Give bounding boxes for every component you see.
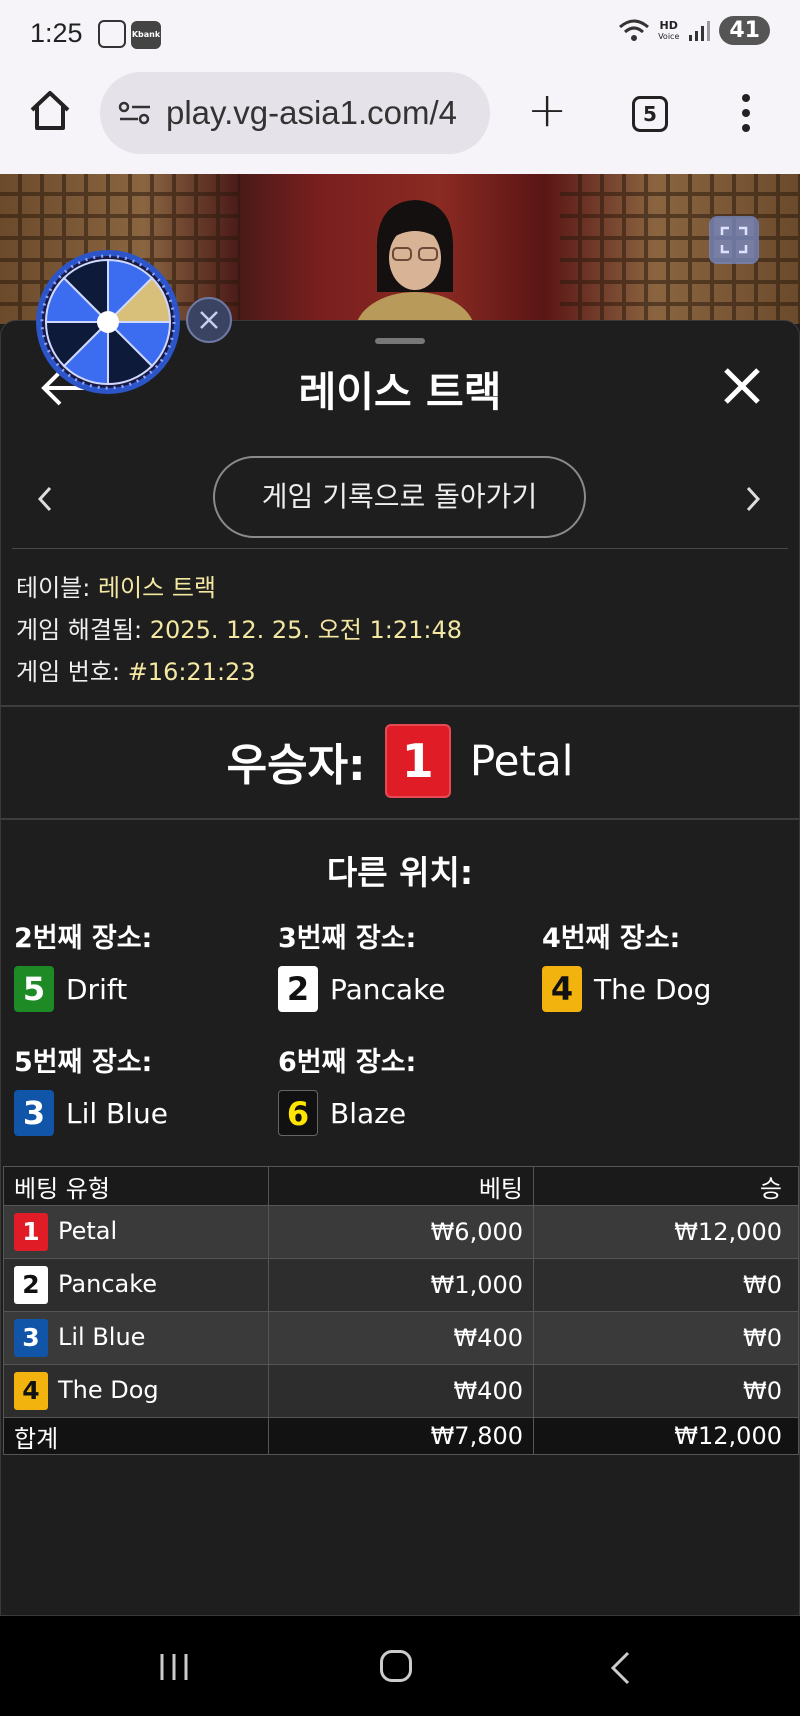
wifi-icon xyxy=(619,19,650,41)
bet-amount: ₩1,000 xyxy=(268,1258,534,1312)
runner-name: Lil Blue xyxy=(66,1096,169,1130)
fullscreen-button[interactable] xyxy=(709,216,759,264)
url-text: play.vg-asia1.com/4 xyxy=(166,94,458,131)
runner-name: Blaze xyxy=(330,1096,407,1130)
runner-name: The Dog xyxy=(594,972,712,1006)
site-settings-icon[interactable] xyxy=(118,101,152,125)
divider xyxy=(0,705,800,707)
bet-amount: ₩6,000 xyxy=(268,1205,534,1259)
total-label: 합계 xyxy=(3,1417,269,1455)
drag-handle[interactable] xyxy=(375,338,425,344)
place-label: 3번째 장소: xyxy=(278,923,417,954)
close-icon[interactable] xyxy=(722,366,762,406)
place-label: 4번째 장소: xyxy=(542,923,681,954)
bet-amount: ₩400 xyxy=(268,1311,534,1365)
runner-badge: 1 xyxy=(14,1213,48,1251)
place-item: 6 Blaze xyxy=(278,1090,406,1136)
runner-name: Pancake xyxy=(330,972,446,1006)
wheel-close-button[interactable] xyxy=(186,297,232,343)
runner-name: Lil Blue xyxy=(58,1323,146,1351)
floating-wheel-widget[interactable] xyxy=(34,248,182,396)
browser-toolbar: play.vg-asia1.com/4 + 5 xyxy=(0,70,800,174)
signal-icon xyxy=(689,20,711,41)
runner-badge: 2 xyxy=(278,966,318,1012)
runner-name: Drift xyxy=(66,972,128,1006)
runner-name: Petal xyxy=(58,1217,118,1245)
divider xyxy=(0,818,800,820)
bets-table: 베팅 유형 베팅 승 1 Petal ₩6,000 ₩12,000 2 Pancak… xyxy=(3,1166,799,1455)
place-label: 5번째 장소: xyxy=(14,1047,153,1078)
hd-voice-icon: HD Voice xyxy=(658,18,680,41)
column-header-bet: 베팅 xyxy=(268,1166,534,1206)
runner-badge: 6 xyxy=(278,1090,318,1136)
previous-game-icon[interactable] xyxy=(32,482,56,516)
win-amount: ₩0 xyxy=(533,1258,799,1312)
winner-name: Petal xyxy=(469,736,574,786)
table-header-row: 베팅 유형 베팅 승 xyxy=(3,1166,799,1206)
runner-badge: 3 xyxy=(14,1319,48,1357)
total-bet: ₩7,800 xyxy=(268,1417,534,1455)
place-item: 3 Lil Blue xyxy=(14,1090,168,1136)
table-row: 3 Lil Blue ₩400 ₩0 xyxy=(3,1311,799,1365)
fullscreen-icon xyxy=(720,226,748,254)
kbank-app-icon: Kbank xyxy=(131,21,161,49)
divider xyxy=(12,548,788,549)
battery-indicator: 41 xyxy=(719,16,770,45)
back-to-history-button[interactable]: 게임 기록으로 돌아가기 xyxy=(213,456,586,538)
next-game-icon[interactable] xyxy=(742,482,766,516)
total-win: ₩12,000 xyxy=(533,1417,799,1455)
status-time: 1:25 xyxy=(30,18,83,48)
winner-row: 우승자: 1 Petal xyxy=(0,724,800,798)
home-button[interactable] xyxy=(380,1650,412,1682)
status-bar: 1:25 Kbank HD Voice 41 xyxy=(0,0,800,70)
column-header-win: 승 xyxy=(533,1166,799,1206)
runner-badge: 3 xyxy=(14,1090,54,1136)
runner-badge: 4 xyxy=(542,966,582,1012)
table-row: 2 Pancake ₩1,000 ₩0 xyxy=(3,1258,799,1312)
other-positions-title: 다른 위치: xyxy=(326,853,474,892)
dealer-image xyxy=(356,200,474,324)
column-header-bet-type: 베팅 유형 xyxy=(3,1166,269,1206)
lattice-decoration xyxy=(560,174,800,324)
info-resolved: 게임 해결됨: 2025. 12. 25. 오전 1:21:48 xyxy=(16,616,463,644)
screenshot-icon xyxy=(98,20,126,48)
place-item: 5 Drift xyxy=(14,966,127,1012)
table-row: 4 The Dog ₩400 ₩0 xyxy=(3,1364,799,1418)
winner-label: 우승자: xyxy=(226,740,366,791)
place-label: 6번째 장소: xyxy=(278,1047,417,1078)
home-icon[interactable] xyxy=(28,88,72,132)
table-row: 1 Petal ₩6,000 ₩12,000 xyxy=(3,1205,799,1259)
back-icon[interactable] xyxy=(608,1650,632,1686)
close-icon xyxy=(200,311,218,329)
place-label: 2번째 장소: xyxy=(14,923,153,954)
system-navigation-bar xyxy=(0,1616,800,1716)
place-item: 2 Pancake xyxy=(278,966,446,1012)
runner-badge: 5 xyxy=(14,966,54,1012)
runner-badge: 2 xyxy=(14,1266,48,1304)
tab-switcher-button[interactable]: 5 xyxy=(632,96,668,132)
new-tab-icon[interactable]: + xyxy=(527,82,567,138)
runner-badge: 4 xyxy=(14,1372,48,1410)
total-row: 합계 ₩7,800 ₩12,000 xyxy=(3,1417,799,1455)
more-menu-icon[interactable] xyxy=(742,94,750,139)
winner-number-badge: 1 xyxy=(384,724,451,798)
win-amount: ₩0 xyxy=(533,1364,799,1418)
runner-name: The Dog xyxy=(58,1376,159,1404)
runner-name: Pancake xyxy=(58,1270,158,1298)
info-table: 테이블: 레이스 트랙 xyxy=(16,574,216,602)
recent-apps-icon[interactable] xyxy=(158,1652,190,1682)
win-amount: ₩0 xyxy=(533,1311,799,1365)
bet-amount: ₩400 xyxy=(268,1364,534,1418)
address-bar[interactable]: play.vg-asia1.com/4 xyxy=(100,72,490,154)
info-game-number: 게임 번호: #16:21:23 xyxy=(16,658,256,686)
place-item: 4 The Dog xyxy=(542,966,711,1012)
win-amount: ₩12,000 xyxy=(533,1205,799,1259)
